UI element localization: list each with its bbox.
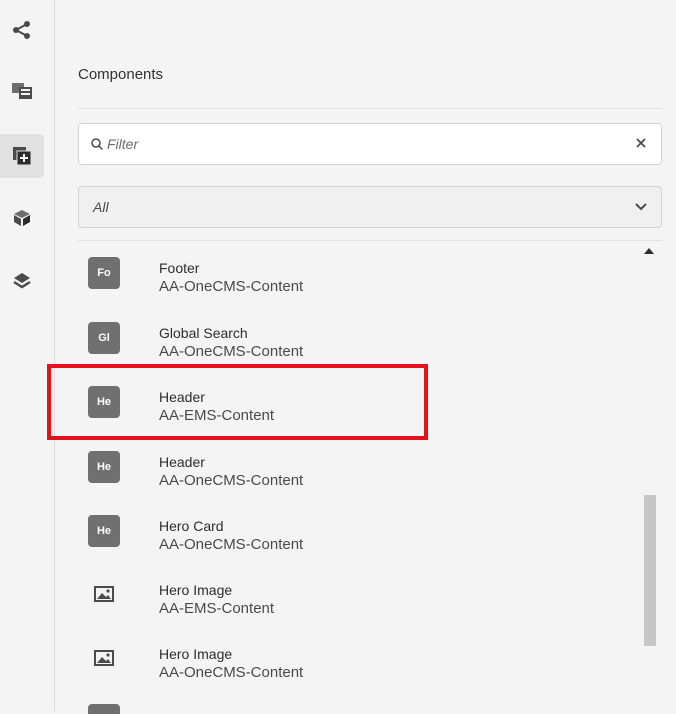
component-group-select[interactable]: All bbox=[78, 186, 662, 228]
component-group: AA-EMS-Content bbox=[159, 600, 275, 617]
layers-icon bbox=[13, 273, 31, 289]
component-item[interactable]: Fo Footer AA-OneCMS-Content bbox=[78, 246, 638, 310]
component-badge: Gl bbox=[88, 322, 120, 354]
component-badge: Fo bbox=[88, 257, 120, 289]
component-item[interactable]: Gl Global Search AA-OneCMS-Content bbox=[78, 311, 638, 375]
component-name: Hero Card bbox=[159, 518, 224, 534]
component-item[interactable]: He Hero Card AA-OneCMS-Content bbox=[78, 504, 638, 568]
filter-input[interactable] bbox=[107, 132, 627, 156]
assets-icon bbox=[12, 83, 32, 99]
component-group: AA-OneCMS-Content bbox=[159, 536, 304, 553]
component-name: Footer bbox=[159, 260, 200, 276]
image-icon bbox=[94, 586, 114, 602]
component-name: Header bbox=[159, 454, 205, 470]
image-icon bbox=[94, 650, 114, 666]
component-item[interactable]: He Header AA-OneCMS-Content bbox=[78, 440, 638, 504]
rail-layers-button[interactable] bbox=[0, 259, 44, 303]
content-tree-icon bbox=[14, 210, 30, 226]
rail-content-tree-button[interactable] bbox=[0, 196, 44, 240]
components-icon bbox=[13, 147, 31, 165]
component-group: AA-EMS-Content bbox=[159, 407, 275, 424]
side-rail bbox=[0, 0, 55, 711]
rail-share-button[interactable] bbox=[0, 8, 44, 52]
component-badge: He bbox=[88, 515, 120, 547]
component-badge: He bbox=[88, 386, 120, 418]
component-item[interactable]: Hero Image AA-OneCMS-Content bbox=[78, 632, 638, 696]
rail-assets-button[interactable] bbox=[0, 68, 44, 112]
panel-title: Components bbox=[78, 66, 164, 83]
component-name: Hero Image bbox=[159, 646, 233, 662]
filter-field[interactable] bbox=[78, 123, 662, 165]
component-name: Hero Image bbox=[159, 582, 233, 598]
clear-icon[interactable] bbox=[635, 137, 647, 149]
selected-group: All bbox=[93, 199, 109, 215]
component-group: AA-OneCMS-Content bbox=[159, 472, 304, 489]
component-badge: He bbox=[88, 451, 120, 483]
list-scrollbar[interactable] bbox=[640, 241, 660, 711]
scrollbar-thumb[interactable] bbox=[644, 495, 656, 646]
component-group: AA-OneCMS-Content bbox=[159, 278, 304, 295]
title-divider bbox=[78, 108, 662, 109]
search-icon bbox=[91, 138, 103, 150]
rail-components-button[interactable] bbox=[0, 134, 44, 178]
component-group: AA-OneCMS-Content bbox=[159, 343, 304, 360]
component-name: Header bbox=[159, 389, 205, 405]
component-group: AA-OneCMS-Content bbox=[159, 664, 304, 681]
chevron-down-icon bbox=[635, 203, 647, 211]
component-name: Global Search bbox=[159, 325, 248, 341]
share-icon bbox=[13, 21, 30, 39]
components-list: Fo Footer AA-OneCMS-Content Gl Global Se… bbox=[78, 241, 662, 711]
component-badge-partial bbox=[88, 704, 120, 714]
component-item[interactable]: He Header AA-EMS-Content bbox=[78, 375, 638, 439]
component-item[interactable]: Hero Image AA-EMS-Content bbox=[78, 568, 638, 632]
scroll-up-arrow-icon[interactable] bbox=[643, 247, 655, 255]
